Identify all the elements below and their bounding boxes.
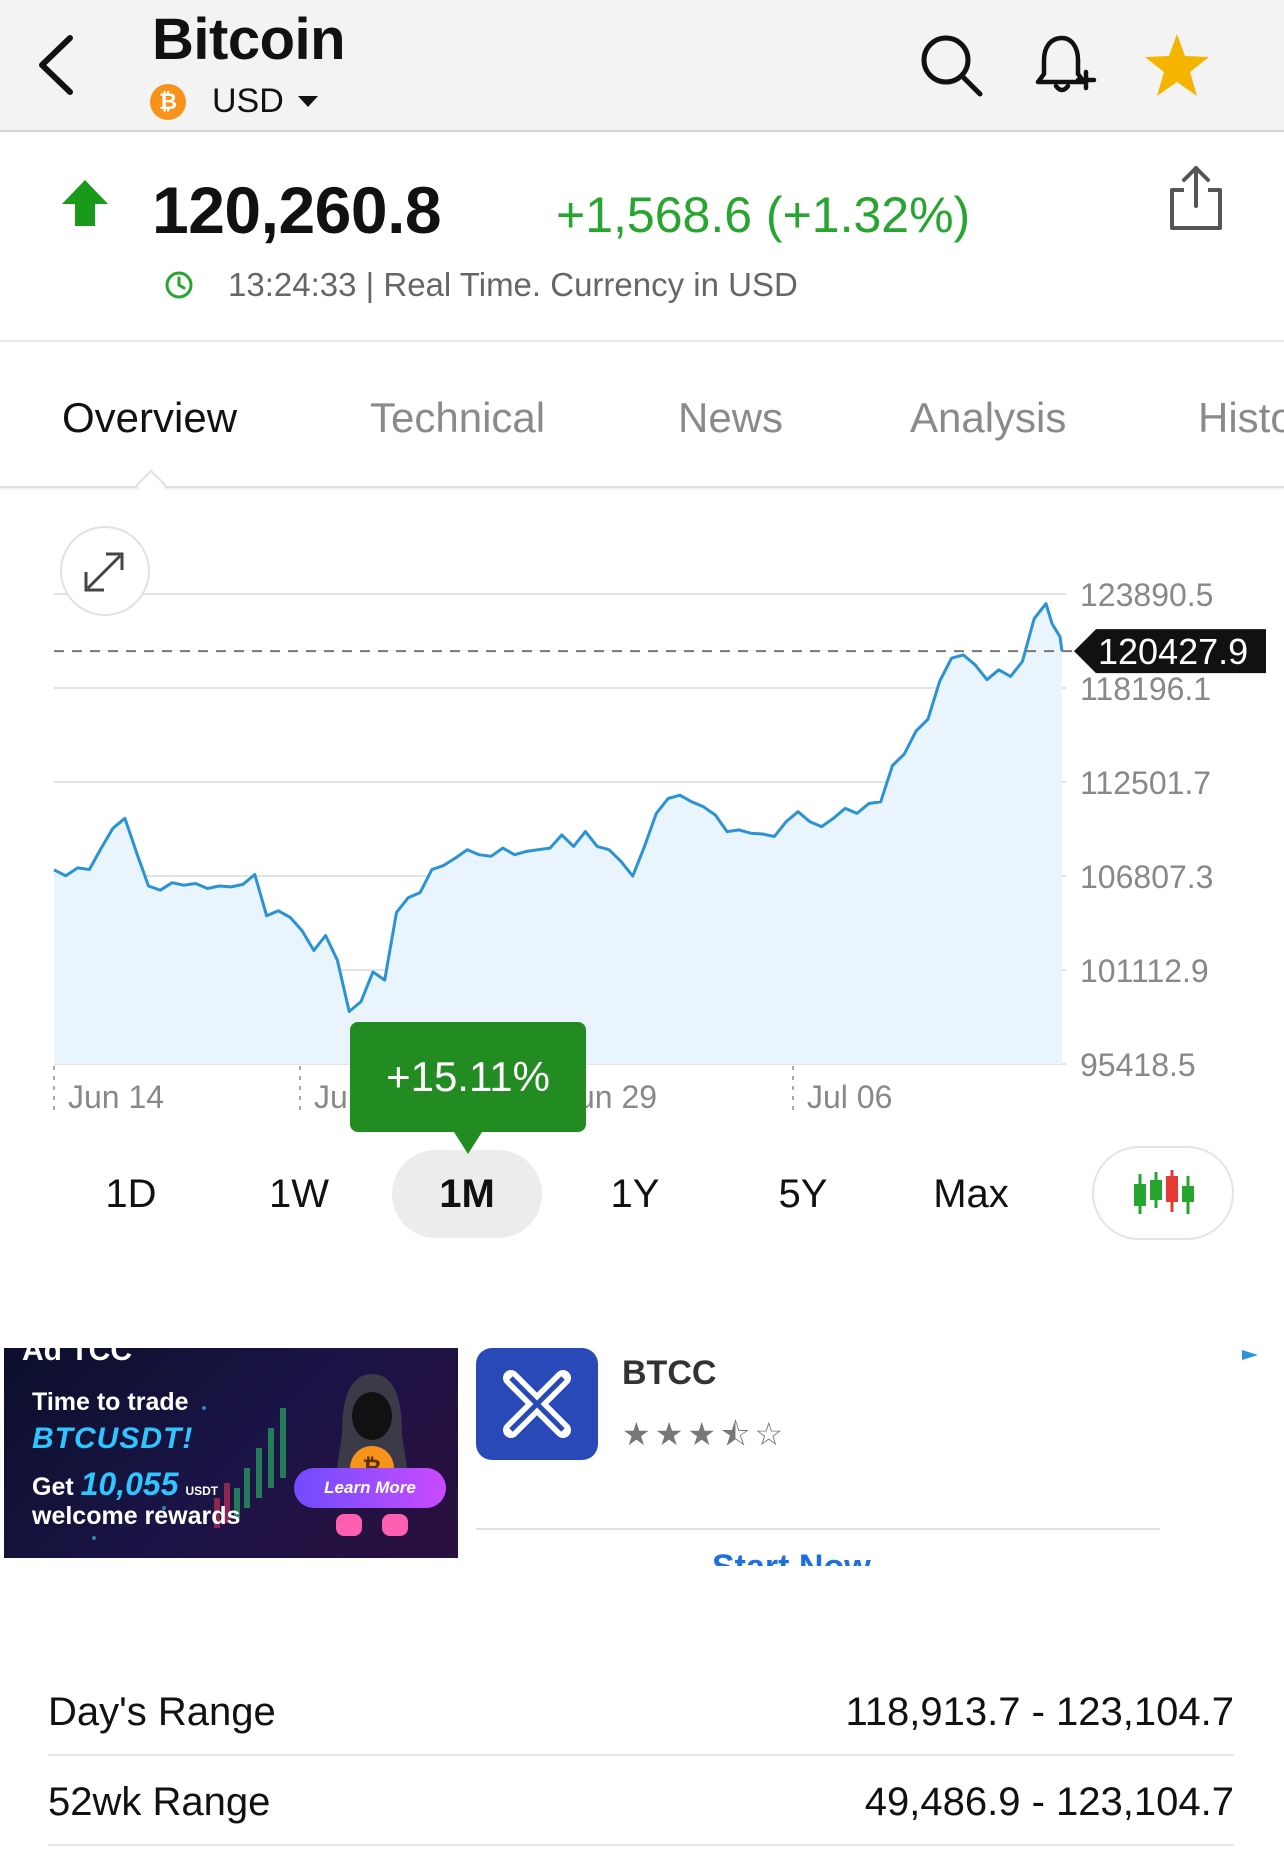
days-range-row: Day's Range 118,913.7 - 123,104.7 (48, 1666, 1234, 1756)
quote-time-row: 13:24:33 | Real Time. Currency in USD (164, 266, 798, 304)
app-header: Bitcoin ₿ USD (0, 0, 1284, 132)
star-icon[interactable] (1142, 30, 1212, 100)
x-tick-label: Jun 14 (68, 1079, 164, 1115)
y-tick-label: 101112.9 (1080, 953, 1209, 989)
btcc-logo-icon (503, 1370, 571, 1438)
bitcoin-coin-icon: ₿ (150, 83, 186, 120)
52wk-range-row: 52wk Range 49,486.9 - 123,104.7 (48, 1756, 1234, 1846)
y-tick-label: 95418.5 (1080, 1047, 1196, 1083)
bell-plus-icon[interactable] (1030, 30, 1100, 100)
tab-analysis[interactable]: Analysis (910, 394, 1066, 442)
btcc-app-icon[interactable] (476, 1348, 598, 1460)
candlestick-icon (1134, 1170, 1194, 1214)
tab-technical[interactable]: Technical (370, 394, 545, 442)
ad-divider (476, 1528, 1160, 1530)
y-tick-label: 112501.7 (1080, 765, 1211, 801)
caret-down-icon (297, 96, 318, 107)
clock-icon (165, 271, 193, 299)
ad-choices-icon[interactable] (1240, 1348, 1260, 1362)
quote-timestamp: 13:24:33 | Real Time. Currency in USD (228, 266, 798, 303)
price-chart[interactable]: 123890.5 118196.1 112501.7 106807.3 101112.9… (0, 490, 1284, 1130)
last-price: 120,260.8 (152, 173, 442, 247)
ad-container[interactable]: Ad TCC Time to trade BTCUSDT! Get 10,055… (0, 1344, 1284, 1566)
x-tick-label: Jul 06 (807, 1079, 892, 1115)
ad-app-name: BTCC (622, 1354, 717, 1392)
price-area-fill (54, 603, 1062, 1064)
tab-historical[interactable]: Historical (1198, 394, 1284, 442)
y-tick-label: 106807.3 (1080, 859, 1213, 895)
currency-selector[interactable]: ₿ USD (150, 82, 318, 121)
y-tick-label: 123890.5 (1080, 577, 1213, 613)
days-range-value: 118,913.7 - 123,104.7 (845, 1690, 1234, 1734)
ad-pair: BTCUSDT! (32, 1422, 194, 1455)
ad-rating-stars: ★★★⯪☆ (622, 1416, 788, 1452)
quote-summary: 120,260.8 +1,568.6 (+1.32%) 13:24:33 | R… (0, 134, 1284, 342)
search-icon[interactable] (916, 30, 986, 100)
candlestick-toggle-button[interactable] (1092, 1146, 1234, 1240)
range-1m-button[interactable]: 1M (392, 1150, 542, 1238)
price-chart-svg: 123890.5 118196.1 112501.7 106807.3 101112.9… (53, 577, 1266, 1116)
back-chevron-icon[interactable] (34, 30, 84, 100)
tab-news[interactable]: News (678, 394, 783, 442)
ad-learn-more-button[interactable]: Learn More (294, 1468, 446, 1508)
section-tabs: Overview Technical News Analysis Histori… (0, 344, 1284, 488)
52wk-range-value: 49,486.9 - 123,104.7 (864, 1780, 1234, 1824)
time-range-selector: 1D 1W 1M 1Y 5Y Max (0, 1146, 1284, 1242)
price-change: +1,568.6 (+1.32%) (556, 187, 971, 243)
ad-offer-prefix: Get (32, 1473, 81, 1501)
ad-offer-amount: 10,055 (80, 1466, 179, 1502)
days-range-label: Day's Range (48, 1690, 276, 1734)
range-5y-button[interactable]: 5Y (728, 1150, 878, 1238)
tab-overview[interactable]: Overview (62, 394, 237, 442)
range-max-button[interactable]: Max (896, 1150, 1046, 1238)
ad-offer: Get 10,055 USDT (32, 1466, 218, 1503)
current-price-label: 120427.9 (1098, 631, 1248, 672)
ad-start-now-button[interactable]: Start Now (712, 1548, 871, 1566)
ad-offer-unit: USDT (185, 1484, 219, 1498)
range-1y-button[interactable]: 1Y (560, 1150, 710, 1238)
period-change-badge: +15.11% (350, 1022, 586, 1154)
ad-headline: Time to trade (32, 1388, 189, 1416)
52wk-range-label: 52wk Range (48, 1780, 271, 1824)
range-1d-button[interactable]: 1D (56, 1150, 206, 1238)
ad-banner-image[interactable]: Ad TCC Time to trade BTCUSDT! Get 10,055… (4, 1348, 458, 1558)
page-title: Bitcoin (152, 7, 346, 72)
expand-icon (84, 552, 124, 592)
share-icon[interactable] (1168, 164, 1224, 232)
up-arrow-icon (62, 180, 108, 226)
ad-subline: welcome rewards (32, 1502, 241, 1530)
currency-label: USD (212, 82, 284, 120)
expand-chart-button[interactable] (60, 526, 150, 616)
hooded-figure-illustration: ₿ (332, 1374, 412, 1536)
y-tick-label: 118196.1 (1080, 671, 1211, 707)
range-1w-button[interactable]: 1W (224, 1150, 374, 1238)
ad-label: Ad TCC (22, 1348, 132, 1367)
